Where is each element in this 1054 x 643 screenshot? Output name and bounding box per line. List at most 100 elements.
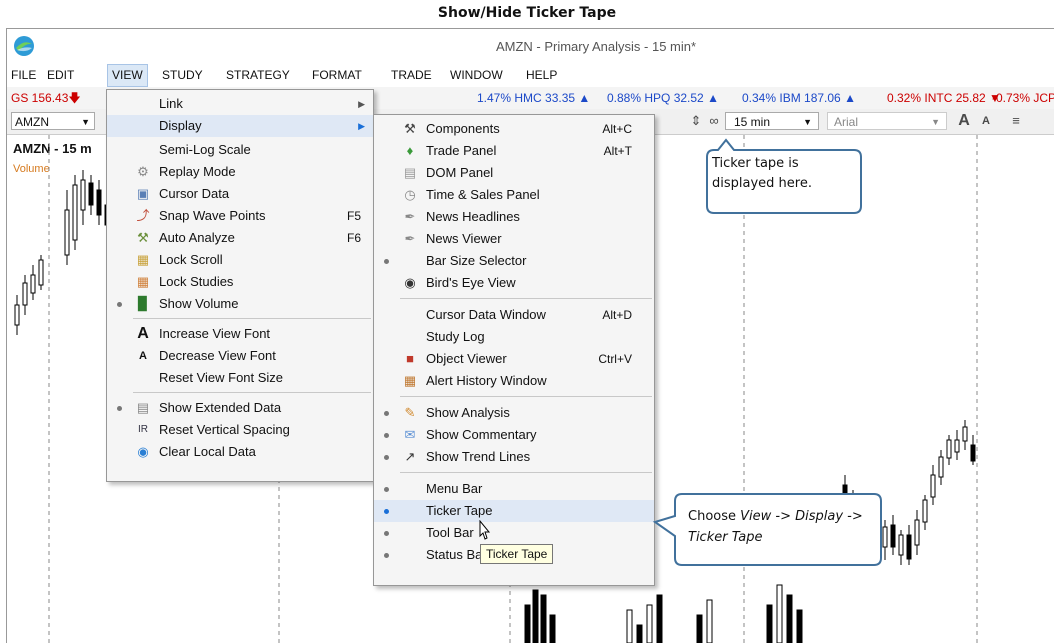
display-item-menu-bar[interactable]: Menu Bar	[374, 478, 654, 500]
display-item-birds-eye[interactable]: ◉ Bird's Eye View	[374, 272, 654, 294]
view-menu-item-reset-font[interactable]: Reset View Font Size	[107, 367, 373, 389]
display-item-tool-bar[interactable]: Tool Bar	[374, 522, 654, 544]
display-item-bar-size[interactable]: Bar Size Selector	[374, 250, 654, 272]
display-item-show-commentary[interactable]: ✉ Show Commentary	[374, 424, 654, 446]
view-menu-item-lock-studies[interactable]: ▦ Lock Studies	[107, 271, 373, 293]
menu-strategy[interactable]: STRATEGY	[226, 68, 290, 82]
ticker-item: -0.73% JCP 9	[992, 91, 1054, 105]
view-menu: Link ▶ Display ▶ Semi-Log Scale ⚙ Replay Mo…	[106, 89, 374, 482]
display-item-cursor-data-window[interactable]: Cursor Data Window Alt+D	[374, 304, 654, 326]
lock-studies-icon: ▦	[136, 274, 150, 289]
check-dot-icon	[384, 411, 389, 416]
display-item-news-headlines[interactable]: ✒ News Headlines	[374, 206, 654, 228]
title-bar: AMZN - Primary Analysis - 15 min*	[7, 29, 1054, 63]
view-menu-item-extended-data[interactable]: ▤ Show Extended Data	[107, 397, 373, 419]
display-item-dom-panel[interactable]: ▤ DOM Panel	[374, 162, 654, 184]
interval-select[interactable]: 15 min ▼	[725, 112, 819, 130]
display-item-ticker-tape[interactable]: Ticker Tape	[374, 500, 654, 522]
ticker-item: 1.47% HMC 33.35 ▲	[477, 91, 591, 105]
components-icon: ⚒	[404, 121, 416, 136]
menu-window[interactable]: WINDOW	[450, 68, 503, 82]
check-dot-icon	[384, 487, 389, 492]
menu-lines-icon[interactable]: ≡	[1007, 112, 1025, 130]
ticker-item: 0.88% HPQ 32.52 ▲	[607, 91, 719, 105]
font-decrease-icon[interactable]: A	[977, 112, 995, 130]
view-menu-item-semi-log[interactable]: Semi-Log Scale	[107, 139, 373, 161]
view-menu-item-cursor-data[interactable]: ▣ Cursor Data	[107, 183, 373, 205]
ticker-item: 0.32% INTC 25.82 ▼	[887, 91, 1001, 105]
view-menu-item-replay[interactable]: ⚙ Replay Mode	[107, 161, 373, 183]
candles-left	[14, 170, 110, 335]
check-dot-icon	[384, 553, 389, 558]
view-menu-item-increase-font[interactable]: A Increase View Font	[107, 323, 373, 345]
check-dot-icon	[384, 433, 389, 438]
view-menu-item-display[interactable]: Display ▶	[107, 115, 373, 137]
menu-study[interactable]: STUDY	[162, 68, 203, 82]
check-dot-icon	[384, 455, 389, 460]
mouse-cursor-icon	[479, 520, 491, 540]
check-dot-icon	[384, 259, 389, 264]
menu-edit[interactable]: EDIT	[47, 68, 74, 82]
check-dot-icon	[384, 509, 389, 514]
page-caption: Show/Hide Ticker Tape	[437, 5, 617, 21]
display-item-news-viewer[interactable]: ✒ News Viewer	[374, 228, 654, 250]
auto-analyze-icon: ⚒	[137, 230, 149, 245]
ticker-item: 0.34% IBM 187.06 ▲	[742, 91, 856, 105]
display-item-show-analysis[interactable]: ✎ Show Analysis	[374, 402, 654, 424]
menu-bar: FILE EDIT VIEW STUDY STRATEGY FORMAT TRA…	[7, 63, 1054, 87]
menu-separator	[400, 396, 652, 397]
symbol-input[interactable]: AMZN ▼	[11, 112, 95, 130]
menu-help[interactable]: HELP	[526, 68, 557, 82]
object-viewer-icon: ■	[406, 351, 414, 366]
ticker-item-gs: GS 156.43🡇	[11, 91, 81, 105]
alert-history-icon: ▦	[403, 373, 417, 388]
menu-separator	[133, 318, 371, 319]
view-menu-item-auto-analyze[interactable]: ⚒ Auto Analyze F6	[107, 227, 373, 249]
display-item-object-viewer[interactable]: ■ Object Viewer Ctrl+V	[374, 348, 654, 370]
view-menu-item-link[interactable]: Link ▶	[107, 93, 373, 115]
display-submenu: ⚒ Components Alt+C ♦ Trade Panel Alt+T ▤ DOM …	[373, 114, 655, 586]
extended-data-icon: ▤	[136, 400, 150, 415]
callout-top-text: Ticker tape is displayed here.	[712, 156, 812, 191]
display-item-alert-history[interactable]: ▦ Alert History Window	[374, 370, 654, 392]
font-increase-icon: A	[137, 325, 149, 342]
check-dot-icon	[384, 531, 389, 536]
view-menu-item-clear-local[interactable]: ◉ Clear Local Data	[107, 441, 373, 463]
dom-panel-icon: ▤	[403, 165, 417, 180]
menu-separator	[133, 392, 371, 393]
view-menu-item-lock-scroll[interactable]: ▦ Lock Scroll	[107, 249, 373, 271]
clear-data-icon: ◉	[137, 444, 149, 459]
font-increase-icon[interactable]: A	[955, 112, 973, 130]
display-item-study-log[interactable]: Study Log	[374, 326, 654, 348]
menu-trade[interactable]: TRADE	[391, 68, 432, 82]
view-menu-item-show-volume[interactable]: ▉ Show Volume	[107, 293, 373, 315]
candles-bottom	[524, 584, 803, 643]
trade-panel-icon: ♦	[406, 143, 414, 158]
menu-format[interactable]: FORMAT	[312, 68, 362, 82]
trend-lines-icon: ↗	[404, 449, 416, 464]
snap-icon: ⤴	[136, 208, 150, 223]
menu-view[interactable]: VIEW	[107, 64, 148, 87]
view-menu-item-decrease-font[interactable]: A Decrease View Font	[107, 345, 373, 367]
time-sales-icon: ◷	[404, 187, 416, 202]
display-item-show-trend-lines[interactable]: ↗ Show Trend Lines	[374, 446, 654, 468]
font-select[interactable]: Arial ▼	[827, 112, 947, 130]
news-headlines-icon: ✒	[404, 209, 416, 224]
menu-file[interactable]: FILE	[11, 68, 36, 82]
replay-icon: ⚙	[137, 164, 149, 179]
view-menu-item-vertical-spacing[interactable]: I​R Reset Vertical Spacing	[107, 419, 373, 441]
display-item-components[interactable]: ⚒ Components Alt+C	[374, 118, 654, 140]
news-viewer-icon: ✒	[404, 231, 416, 246]
cursor-data-icon: ▣	[136, 186, 150, 201]
vertical-spacing-icon: I​R	[138, 424, 148, 435]
bar-spacing-icon[interactable]: ⇕	[687, 112, 705, 130]
analysis-icon: ✎	[404, 405, 416, 420]
display-item-trade-panel[interactable]: ♦ Trade Panel Alt+T	[374, 140, 654, 162]
link-icon[interactable]: ∞	[705, 112, 723, 130]
check-dot-icon	[117, 302, 122, 307]
menu-separator	[400, 298, 652, 299]
display-item-time-sales[interactable]: ◷ Time & Sales Panel	[374, 184, 654, 206]
check-dot-icon	[117, 406, 122, 411]
view-menu-item-snap-wave[interactable]: ⤴ Snap Wave Points F5	[107, 205, 373, 227]
commentary-icon: ✉	[404, 427, 416, 442]
